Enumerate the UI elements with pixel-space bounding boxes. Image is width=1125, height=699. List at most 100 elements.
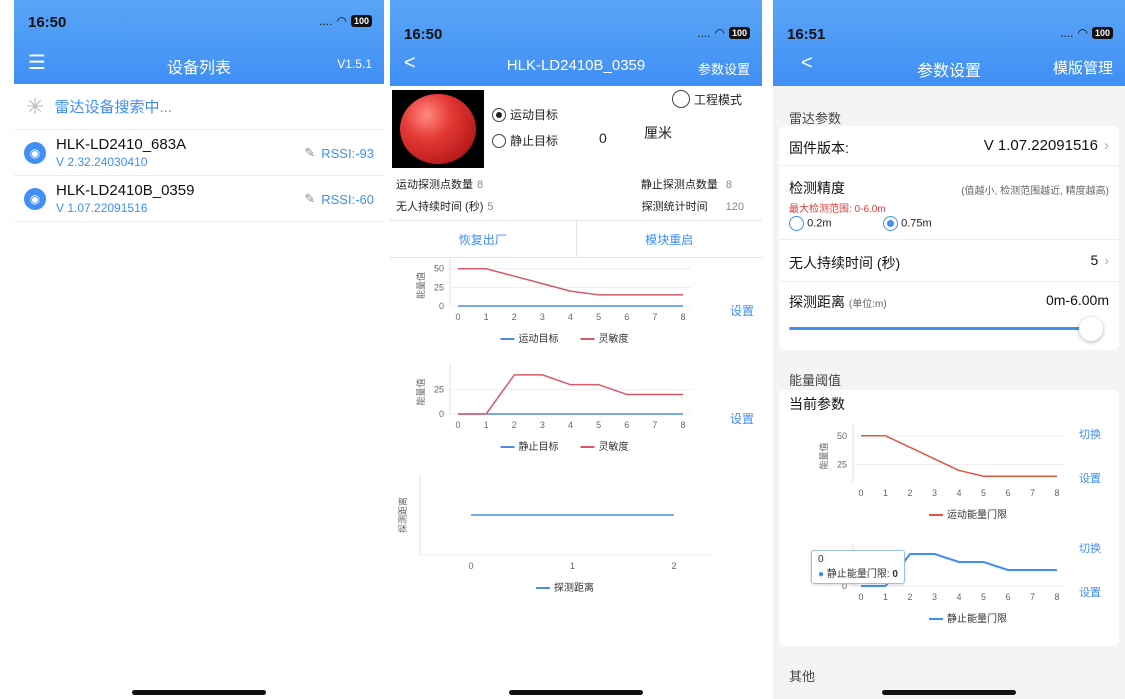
moving-threshold-chart: 25 50 0 1 2 3 4 5 6 7 8 能量值运动能量门限 [818, 424, 1065, 521]
precision-note: (值越小, 检测范围越近, 精度越高) [961, 186, 1109, 197]
battery-icon: 100 [350, 15, 372, 27]
chart-tooltip: 0 ● 静止能量门限: 0 [811, 550, 905, 584]
set-static-button[interactable]: 设置 [730, 410, 754, 427]
y-tick-label: 50 [837, 431, 847, 441]
firmware-version: V 1.07.22091516 [983, 137, 1098, 154]
y-tick-label: 25 [837, 460, 847, 470]
tooltip-dot-icon: ● [818, 569, 825, 580]
y-tick-label: 25 [434, 282, 444, 292]
distance-unit: (单位:m) [848, 299, 887, 310]
radio-unchecked-icon [492, 133, 506, 148]
status-panel: 运动目标 静止目标 工程模式 0 厘米 [390, 86, 762, 168]
switch-moving-button[interactable]: 切换 [1079, 426, 1101, 442]
device-item-1[interactable]: ◉ HLK-LD2410_683A V 2.32.24030410 ✎ RSSI… [14, 130, 384, 176]
distance-slider-track[interactable] [789, 327, 1097, 330]
radio-unchecked-icon [789, 216, 804, 231]
x-tick-label: 7 [652, 420, 657, 430]
stat-time: 探测统计时间 120 [642, 198, 744, 214]
search-status-row: ✳ 雷达设备搜索中... [14, 84, 384, 130]
header: 16:51 .... ◠ 100 < 参数设置 模版管理 [773, 0, 1125, 86]
legend-label: 灵敏度 [599, 332, 629, 345]
set-moving-button[interactable]: 设置 [730, 302, 754, 319]
x-tick-label: 0 [858, 592, 863, 602]
factory-reset-button[interactable]: 恢复出厂 [390, 221, 577, 257]
status-bar: 16:50 .... ◠ 100 [390, 0, 762, 48]
radio-unchecked-icon [671, 90, 690, 108]
module-restart-button[interactable]: 模块重启 [577, 221, 763, 257]
series-line-1 [861, 435, 1057, 477]
param-settings-screen: 16:51 .... ◠ 100 < 参数设置 模版管理 雷达参数 固件版本: … [773, 0, 1125, 699]
y-axis-label: 能量值 [818, 442, 829, 469]
header: 16:50 .... ◠ 100 ☰ 设备列表 V1.5.1 [14, 0, 384, 84]
x-tick-label: 4 [956, 488, 961, 498]
set-moving-button[interactable]: 设置 [1079, 470, 1101, 486]
x-tick-label: 8 [680, 312, 685, 322]
radio-checked-icon [883, 216, 898, 231]
device-item-2[interactable]: ◉ HLK-LD2410B_0359 V 1.07.22091516 ✎ RSS… [14, 176, 384, 222]
static-points: 静止探测点数量 8 [641, 176, 732, 192]
x-tick-label: 3 [540, 420, 545, 430]
option-0.75m[interactable]: 0.75m [883, 216, 932, 231]
distance-value: 0m-6.00m [1045, 292, 1109, 308]
static-target-radio[interactable]: 静止目标 [492, 132, 558, 149]
distance-label: 探测距离 (单位:m) [789, 292, 887, 312]
switch-static-button[interactable]: 切换 [1079, 540, 1101, 556]
other-title: 其他 [789, 669, 816, 684]
y-tick-label: 0 [439, 301, 444, 311]
y-axis-label: 探测距离 [397, 497, 408, 533]
home-indicator [882, 690, 1016, 695]
tooltip-number: 0 [892, 569, 898, 580]
y-axis-label: 能量值 [415, 378, 426, 405]
set-static-button[interactable]: 设置 [1079, 584, 1101, 600]
x-tick-label: 2 [512, 420, 517, 430]
template-manage-button[interactable]: 模版管理 [1053, 57, 1113, 78]
option-label: 0.75m [901, 217, 932, 230]
chevron-right-icon: › [1104, 137, 1109, 154]
series-line-2 [458, 267, 683, 296]
engineering-mode-radio[interactable]: 工程模式 [671, 90, 742, 108]
x-tick-label: 8 [680, 420, 685, 430]
distance-slider-thumb[interactable] [1079, 317, 1103, 341]
radar-params-title: 雷达参数 [789, 111, 842, 126]
static-points-label: 静止探测点数量 [640, 179, 718, 191]
radio-label: 静止目标 [510, 134, 559, 148]
x-tick-label: 1 [883, 488, 888, 498]
y-tick-label: 0 [439, 409, 444, 419]
x-tick-label: 4 [568, 312, 573, 322]
x-tick-label: 4 [956, 592, 961, 602]
x-tick-label: 2 [907, 592, 912, 602]
radio-label: 运动目标 [510, 108, 559, 122]
firmware-row[interactable]: 固件版本: V 1.07.22091516 › [779, 126, 1119, 166]
legend-label: 静止目标 [519, 440, 559, 453]
x-tick-label: 5 [981, 592, 986, 602]
x-tick-label: 1 [484, 312, 489, 322]
series-line-2 [458, 374, 683, 415]
stat-time-label: 探测统计时间 [641, 201, 708, 213]
x-tick-label: 2 [512, 312, 517, 322]
energy-card: 当前参数 25 50 0 1 2 3 4 5 6 7 8 能量值 运动能量门限 切换 设置 001234… [779, 390, 1119, 646]
moving-target-radio[interactable]: 运动目标 [492, 106, 558, 123]
x-tick-label: 6 [1005, 488, 1010, 498]
navbar: ☰ 设备列表 V1.5.1 [14, 44, 384, 84]
distance-value: 0 [599, 130, 607, 146]
no-one-value: 5 › [1091, 252, 1109, 268]
red-light-icon [400, 94, 476, 164]
x-tick-label: 7 [1030, 592, 1035, 602]
signal-icon: .... [697, 26, 711, 40]
x-tick-label: 6 [1005, 592, 1010, 602]
signal-icon: .... [319, 14, 333, 28]
no-one-row[interactable]: 无人持续时间 (秒) 5 › [779, 240, 1119, 282]
edit-icon[interactable]: ✎ [304, 145, 315, 161]
x-tick-label: 6 [624, 420, 629, 430]
status-icons: .... ◠ 100 [1060, 26, 1113, 40]
y-tick-label: 25 [434, 385, 444, 395]
device-list-screen: 16:50 .... ◠ 100 ☰ 设备列表 V1.5.1 ✳ 雷达设备搜索中… [14, 0, 384, 699]
param-settings-button[interactable]: 参数设置 [698, 59, 750, 78]
loading-spinner-icon: ✳ [26, 93, 45, 119]
option-0.2m[interactable]: 0.2m [789, 216, 832, 231]
energy-threshold-title: 能量阈值 [789, 373, 842, 388]
edit-icon[interactable]: ✎ [304, 191, 315, 207]
stat-row-2: 无人持续时间 (秒) 5 探测统计时间 120 [390, 194, 762, 214]
x-tick-label: 3 [932, 592, 937, 602]
home-indicator [509, 690, 643, 695]
